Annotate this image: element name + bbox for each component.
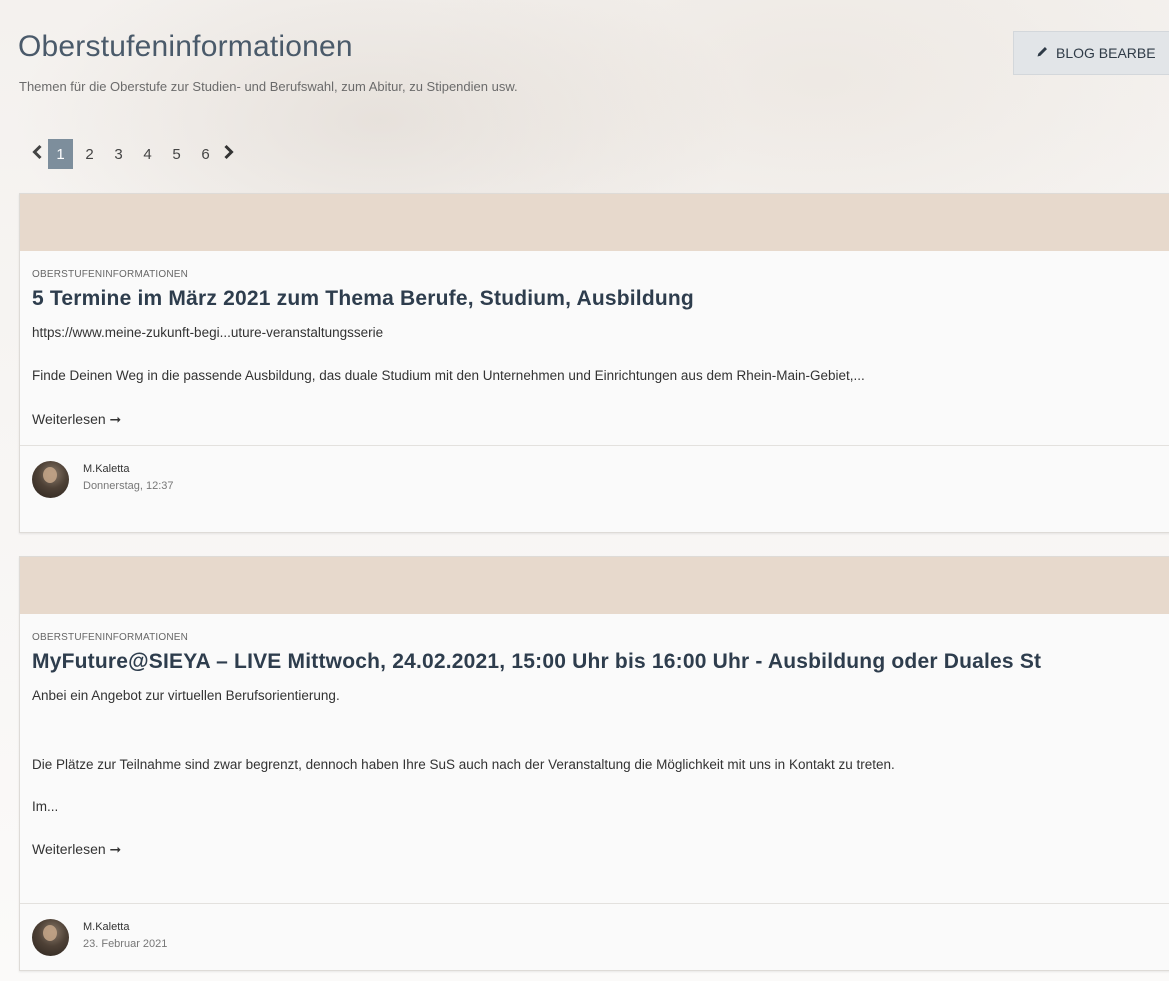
- read-more-link[interactable]: Weiterlesen ➞: [32, 411, 121, 428]
- post-banner: [20, 194, 1169, 251]
- edit-blog-button-label: BLOG BEARBE: [1056, 45, 1156, 61]
- post-category: OBERSTUFENINFORMATIONEN: [32, 632, 189, 643]
- chevron-right-icon: [223, 144, 235, 164]
- pagination-prev[interactable]: [28, 139, 46, 169]
- pagination-page-2[interactable]: 2: [75, 139, 104, 169]
- post-footer: M.Kaletta Donnerstag, 12:37: [20, 445, 1169, 512]
- post-paragraph: Finde Deinen Weg in die passende Ausbild…: [32, 368, 865, 383]
- pagination: 1 2 3 4 5 6: [28, 139, 238, 169]
- post-body: OBERSTUFENINFORMATIONEN MyFuture@SIEYA –…: [20, 632, 1169, 875]
- blog-post-card: OBERSTUFENINFORMATIONEN 5 Termine im Mär…: [19, 193, 1169, 533]
- pagination-page-1[interactable]: 1: [48, 139, 73, 169]
- post-date: 23. Februar 2021: [83, 937, 168, 950]
- avatar[interactable]: [32, 460, 69, 498]
- author-name[interactable]: M.Kaletta: [83, 463, 174, 475]
- post-paragraph: Die Plätze zur Teilnahme sind zwar begre…: [32, 757, 895, 772]
- pagination-page-5[interactable]: 5: [162, 139, 191, 169]
- author-name[interactable]: M.Kaletta: [83, 921, 167, 933]
- post-title[interactable]: 5 Termine im März 2021 zum Thema Berufe,…: [32, 287, 1169, 311]
- pencil-icon: [1036, 45, 1049, 61]
- post-footer: M.Kaletta 23. Februar 2021: [20, 903, 1169, 970]
- blog-page: Oberstufeninformationen Themen für die O…: [0, 0, 1169, 981]
- blog-post-card: OBERSTUFENINFORMATIONEN MyFuture@SIEYA –…: [19, 556, 1169, 971]
- post-paragraph: Im...: [32, 799, 59, 814]
- page-title: Oberstufeninformationen: [18, 30, 353, 63]
- author-info: M.Kaletta 23. Februar 2021: [83, 921, 167, 950]
- post-title[interactable]: MyFuture@SIEYA – LIVE Mittwoch, 24.02.20…: [32, 650, 1169, 674]
- page-subtitle: Themen für die Oberstufe zur Studien- un…: [19, 79, 518, 94]
- read-more-link[interactable]: Weiterlesen ➞: [32, 841, 121, 858]
- pagination-next[interactable]: [220, 139, 238, 169]
- pagination-page-4[interactable]: 4: [133, 139, 162, 169]
- pagination-page-6[interactable]: 6: [191, 139, 220, 169]
- avatar[interactable]: [32, 918, 69, 956]
- chevron-left-icon: [31, 144, 43, 164]
- post-paragraph: Anbei ein Angebot zur virtuellen Berufso…: [32, 688, 340, 703]
- post-body: OBERSTUFENINFORMATIONEN 5 Termine im Mär…: [20, 269, 1169, 445]
- post-category: OBERSTUFENINFORMATIONEN: [32, 269, 189, 280]
- post-paragraph: https://www.meine-zukunft-begi...uture-v…: [32, 325, 384, 340]
- author-info: M.Kaletta Donnerstag, 12:37: [83, 463, 174, 492]
- post-date: Donnerstag, 12:37: [83, 479, 174, 492]
- edit-blog-button[interactable]: BLOG BEARBE: [1013, 31, 1169, 75]
- pagination-page-3[interactable]: 3: [104, 139, 133, 169]
- post-banner: [20, 557, 1169, 614]
